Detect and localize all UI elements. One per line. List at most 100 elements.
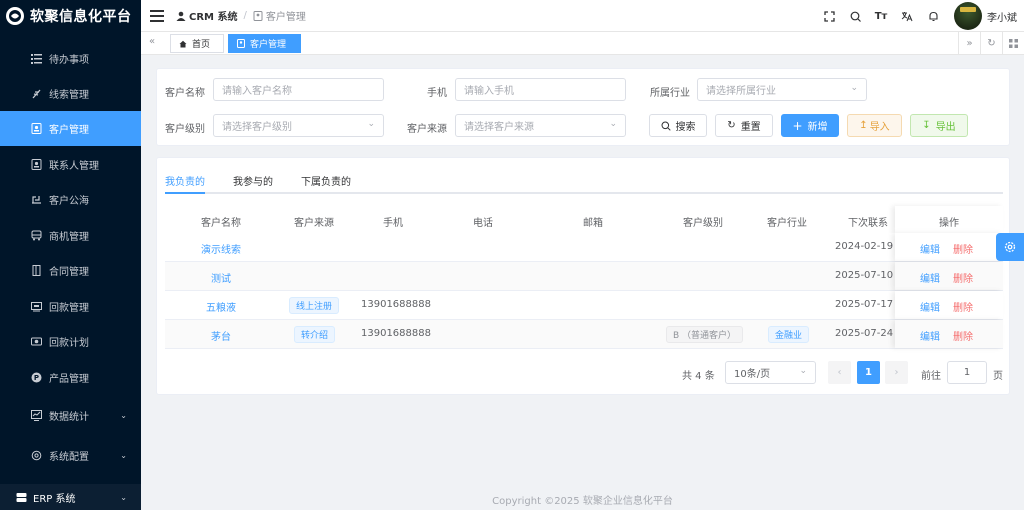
tags-view-bar: « 首页 客户管理 » ↻ xyxy=(141,32,1024,55)
search-icon[interactable] xyxy=(842,6,868,26)
sidebar-item-statistics[interactable]: 数据统计 ⌄ xyxy=(0,398,141,433)
scroll-left-icon[interactable]: « xyxy=(149,36,155,47)
avatar[interactable] xyxy=(954,2,982,30)
prev-page-button[interactable]: ‹ xyxy=(828,361,851,384)
sidebar-item-customers[interactable]: 客户管理 xyxy=(0,111,141,146)
money-icon xyxy=(31,336,42,347)
breadcrumb-root-label: CRM 系统 xyxy=(189,12,238,23)
next-page-button[interactable]: › xyxy=(885,361,908,384)
tab-participating[interactable]: 我参与的 xyxy=(233,173,273,188)
customer-name-link[interactable]: 五粮液 xyxy=(193,299,249,314)
customer-name-link[interactable]: 测试 xyxy=(193,270,249,285)
app-logo: 软聚信息化平台 xyxy=(0,0,141,32)
delete-button[interactable]: 删除 xyxy=(953,241,973,256)
sidebar-item-products[interactable]: P 产品管理 xyxy=(0,360,141,395)
settings-float-button[interactable] xyxy=(996,233,1024,261)
search-button-label: 搜索 xyxy=(675,122,696,133)
sidebar-item-label: 联系人管理 xyxy=(49,161,99,172)
table-row: 测试 2025-07-10 编辑 删除 xyxy=(165,262,1003,291)
row-actions: 编辑 删除 xyxy=(895,262,1003,290)
search-button[interactable]: 搜索 xyxy=(649,114,707,137)
goto-unit: 页 xyxy=(993,371,1003,382)
search-icon xyxy=(661,121,671,131)
menu-toggle-icon[interactable] xyxy=(150,9,164,22)
import-button[interactable]: ↥ 导入 xyxy=(847,114,902,137)
fullscreen-icon[interactable] xyxy=(816,6,842,26)
customer-name-input[interactable]: 请输入客户名称 xyxy=(213,78,384,101)
filter-phone-label: 手机 xyxy=(427,88,447,99)
chevron-down-icon: ⌄ xyxy=(799,366,807,376)
industry-select-placeholder: 请选择所属行业 xyxy=(706,86,776,97)
database-icon xyxy=(16,492,27,503)
sidebar-item-erp[interactable]: ERP 系统 ⌄ xyxy=(0,484,141,510)
bell-icon[interactable] xyxy=(920,6,946,26)
tab-subordinates[interactable]: 下属负责的 xyxy=(301,173,351,188)
sidebar-item-contacts[interactable]: 联系人管理 xyxy=(0,147,141,182)
page-size-select[interactable]: 10条/页 ⌄ xyxy=(725,361,816,384)
page-number-button[interactable]: 1 xyxy=(857,361,880,384)
delete-button[interactable]: 删除 xyxy=(953,299,973,314)
svg-text:P: P xyxy=(34,374,39,382)
customer-name-link[interactable]: 演示线索 xyxy=(193,241,249,256)
th-email: 邮箱 xyxy=(583,218,603,229)
export-button[interactable]: ↧ 导出 xyxy=(910,114,968,137)
user-name[interactable]: 李小斌 xyxy=(987,9,1017,24)
customer-name-link[interactable]: 茅台 xyxy=(193,328,249,343)
table-row: 五粮液 线上注册 13901688888 2025-07-17 编辑 删除 xyxy=(165,291,1003,320)
breadcrumb-current: 客户管理 xyxy=(253,8,306,23)
source-tag: 线上注册 xyxy=(289,297,340,314)
sidebar-item-public-pool[interactable]: 客户公海 xyxy=(0,182,141,217)
tag-home[interactable]: 首页 xyxy=(170,34,224,53)
grid-menu-icon[interactable] xyxy=(1002,32,1024,55)
sidebar-item-leads[interactable]: 线索管理 xyxy=(0,76,141,111)
breadcrumb-root[interactable]: CRM 系统 xyxy=(176,8,237,23)
sidebar-item-contracts[interactable]: 合同管理 xyxy=(0,253,141,288)
chart-icon xyxy=(31,410,42,421)
edit-button[interactable]: 编辑 xyxy=(920,270,940,285)
sidebar-item-payments[interactable]: 回款管理 xyxy=(0,289,141,324)
edit-button[interactable]: 编辑 xyxy=(920,241,940,256)
goto-page-input[interactable]: 1 xyxy=(947,361,987,384)
edit-button[interactable]: 编辑 xyxy=(920,299,940,314)
download-icon: ↧ xyxy=(922,120,931,131)
phone-cell: 13901688888 xyxy=(361,299,431,310)
next-contact-cell: 2025-07-24 xyxy=(835,328,894,339)
tab-mine[interactable]: 我负责的 xyxy=(165,173,205,188)
refresh-icon[interactable]: ↻ xyxy=(980,32,1002,55)
sidebar-item-settings[interactable]: 系统配置 ⌄ xyxy=(0,438,141,473)
tag-customer-management[interactable]: 客户管理 xyxy=(228,34,301,53)
th-actions: 操作 xyxy=(939,218,959,229)
contact-card-icon xyxy=(253,10,263,21)
sidebar-item-opportunities[interactable]: 商机管理 xyxy=(0,218,141,253)
delete-button[interactable]: 删除 xyxy=(953,270,973,285)
phone-input[interactable]: 请输入手机 xyxy=(455,78,626,101)
filter-industry-label: 所属行业 xyxy=(650,88,690,99)
chevron-down-icon: ⌄ xyxy=(609,119,617,129)
user-icon xyxy=(176,11,186,21)
font-size-icon[interactable]: Tт xyxy=(868,6,894,26)
chevron-down-icon: ⌄ xyxy=(120,411,127,420)
edit-button[interactable]: 编辑 xyxy=(920,328,940,343)
delete-button[interactable]: 删除 xyxy=(953,328,973,343)
sidebar-item-todo[interactable]: 待办事项 xyxy=(0,41,141,76)
level-tag: B （普通客户） xyxy=(666,326,744,343)
customer-source-select[interactable]: 请选择客户来源 ⌄ xyxy=(455,114,626,137)
industry-select[interactable]: 请选择所属行业 ⌄ xyxy=(697,78,867,101)
sidebar-item-label: 客户管理 xyxy=(49,125,89,136)
sidebar-item-label: 系统配置 xyxy=(49,452,89,463)
translate-icon[interactable] xyxy=(894,6,920,26)
scroll-right-icon[interactable]: » xyxy=(958,32,980,55)
reset-button[interactable]: ↻ 重置 xyxy=(715,114,773,137)
header-actions: Tт 李小斌 xyxy=(816,0,1024,32)
tab-active-indicator xyxy=(165,192,205,194)
chevron-down-icon: ⌄ xyxy=(367,119,375,129)
page-size-value: 10条/页 xyxy=(734,369,771,380)
customer-level-select[interactable]: 请选择客户级别 ⌄ xyxy=(213,114,384,137)
source-tag: 转介绍 xyxy=(294,326,336,343)
th-industry: 客户行业 xyxy=(767,218,807,229)
add-button[interactable]: + 新增 xyxy=(781,114,839,137)
sidebar-item-payment-plan[interactable]: 回款计划 xyxy=(0,324,141,359)
next-contact-cell: 2024-02-19 xyxy=(835,241,894,252)
th-tel: 电话 xyxy=(473,218,493,229)
tag-label: 首页 xyxy=(192,40,211,50)
